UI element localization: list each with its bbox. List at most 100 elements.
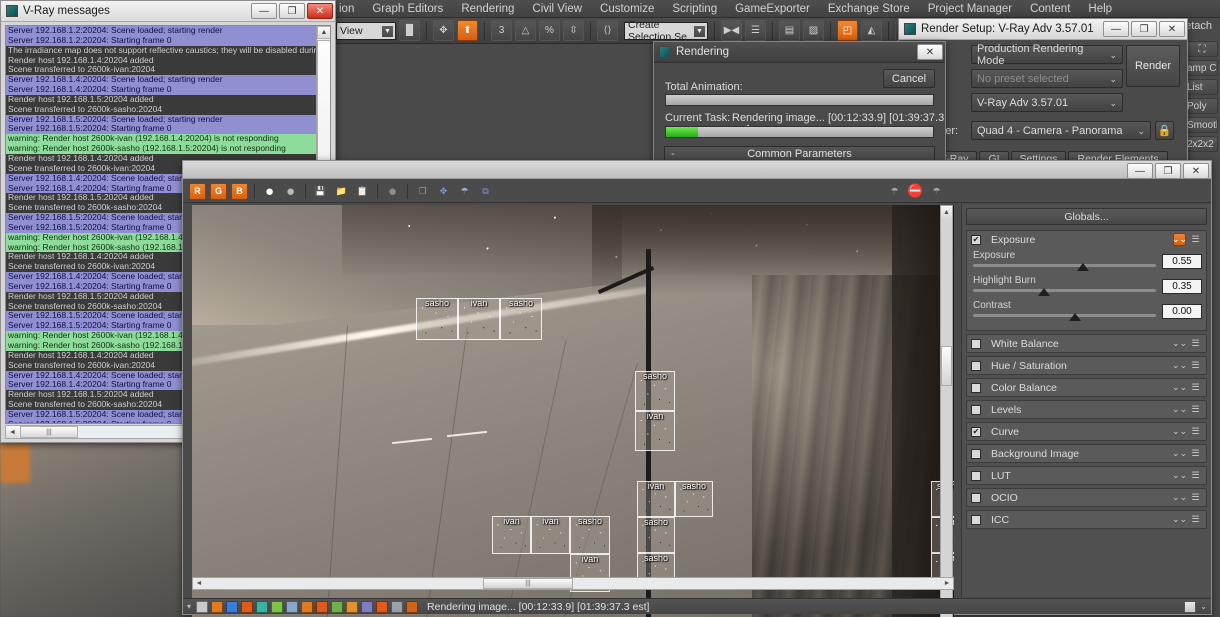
group-header[interactable]: Background Image ⌄⌄ ☰ xyxy=(967,445,1206,462)
scroll-up-arrow-icon[interactable]: ▲ xyxy=(317,26,330,39)
snap-toggle-icon[interactable]: ⬆ xyxy=(457,20,478,41)
group-checkbox[interactable] xyxy=(971,404,981,415)
chevron-down-icon[interactable]: ⌄ xyxy=(1109,98,1117,109)
menu-icon[interactable]: ☰ xyxy=(1189,359,1202,372)
slider-thumb[interactable] xyxy=(1069,313,1081,321)
render-button[interactable]: Render xyxy=(1126,45,1180,87)
collapse-icon[interactable]: ⌄⌄ xyxy=(1172,513,1187,526)
exposure-group-header[interactable]: ✔ Exposure ⌄⌄ ☰ xyxy=(967,231,1206,248)
log-line[interactable]: Scene transferred to 2600k-ivan:20204 xyxy=(6,65,316,76)
vfb-render-image[interactable]: sasho ivan sasho sasho ivan ivan ivan sasho ivan… xyxy=(192,205,954,617)
menu-item-graph-editors[interactable]: Graph Editors xyxy=(363,0,452,18)
load-image-button[interactable]: 📁 xyxy=(333,183,350,200)
vfb-color-corrections-panel[interactable]: Globals... ✔ Exposure ⌄⌄ ☰ Exposure 0.55 H… xyxy=(961,204,1211,597)
scroll-up-arrow-icon[interactable]: ▲ xyxy=(941,206,952,218)
view-coordinate-combo[interactable]: View ▼ xyxy=(336,21,396,40)
hscrollbar-thumb[interactable]: ||| xyxy=(20,426,78,438)
render-teapot-icon[interactable]: ☂ xyxy=(886,183,903,200)
rgb-icon[interactable] xyxy=(226,600,239,613)
collapse-icon[interactable]: ⌄⌄ xyxy=(1172,359,1187,372)
ocio-icon[interactable] xyxy=(361,600,374,613)
menu-icon[interactable]: ☰ xyxy=(1189,447,1202,460)
group-header[interactable]: Color Balance ⌄⌄ ☰ xyxy=(967,379,1206,396)
log-line[interactable]: Render host 192.168.1.5:20204 added xyxy=(6,94,316,105)
group-header[interactable]: OCIO ⌄⌄ ☰ xyxy=(967,489,1206,506)
log-line[interactable]: Server 192.168.1.4:20204: Starting frame… xyxy=(6,85,316,95)
window-controls[interactable]: — ❐ ✕ xyxy=(1127,163,1209,179)
vscrollbar-thumb[interactable] xyxy=(941,346,952,386)
collapse-icon[interactable]: ⌄⌄ xyxy=(1172,381,1187,394)
group-checkbox[interactable] xyxy=(971,382,981,393)
chevron-down-icon[interactable]: ▼ xyxy=(694,25,705,37)
group-header[interactable]: Levels ⌄⌄ ☰ xyxy=(967,401,1206,418)
menu-icon[interactable]: ☰ xyxy=(1189,381,1202,394)
exposure-sliders[interactable]: Exposure 0.55 Highlight Burn 0.35 Contrast 0.… xyxy=(967,248,1206,330)
slider-thumb[interactable] xyxy=(1076,263,1089,271)
curve-editor-icon[interactable]: ◰ xyxy=(837,20,858,41)
stereo-icon[interactable] xyxy=(376,600,389,613)
log-line[interactable]: warning: Render host 2600k-sasho (192.16… xyxy=(6,144,316,154)
group-checkbox[interactable] xyxy=(971,470,981,481)
group-header[interactable]: Hue / Saturation ⌄⌄ ☰ xyxy=(967,357,1206,374)
align-tool-icon[interactable]: ☰ xyxy=(745,20,766,41)
menu-icon[interactable]: ☰ xyxy=(1189,491,1202,504)
percent-snap-icon[interactable]: % xyxy=(539,20,560,41)
group-checkbox[interactable] xyxy=(971,360,981,371)
group-header[interactable]: ICC ⌄⌄ ☰ xyxy=(967,511,1206,528)
cmd-row-label-3[interactable]: Smooth xyxy=(1183,117,1218,133)
render-last-button[interactable]: ☂ xyxy=(456,183,473,200)
menu-item-rendering[interactable]: Rendering xyxy=(452,0,523,18)
globals-button[interactable]: Globals... xyxy=(966,208,1207,225)
group-white-balance[interactable]: White Balance ⌄⌄ ☰ xyxy=(966,334,1207,353)
cancel-button[interactable]: Cancel xyxy=(883,69,935,88)
exposure-group[interactable]: ✔ Exposure ⌄⌄ ☰ Exposure 0.55 Highlight Bu… xyxy=(966,230,1207,331)
log-line[interactable]: The irradiance map does not support refl… xyxy=(6,45,316,56)
group-checkbox[interactable] xyxy=(971,492,981,503)
align-icon[interactable]: ✥ xyxy=(433,20,454,41)
lut-icon[interactable] xyxy=(346,600,359,613)
vray-messages-title-bar[interactable]: V-Ray messages — ❐ ✕ xyxy=(1,1,335,22)
preset-combo[interactable]: No preset selected ⌄ xyxy=(971,69,1123,88)
group-icc[interactable]: ICC ⌄⌄ ☰ xyxy=(966,510,1207,529)
menu-icon[interactable]: ☰ xyxy=(1189,513,1202,526)
close-button[interactable]: ✕ xyxy=(917,44,943,60)
menu-icon[interactable]: ☰ xyxy=(1189,233,1202,246)
group-checkbox[interactable] xyxy=(971,338,981,349)
cmd-row-label-2[interactable]: Poly xyxy=(1183,98,1218,114)
window-controls[interactable]: — ❐ ✕ xyxy=(1103,21,1185,37)
group-hue-saturation[interactable]: Hue / Saturation ⌄⌄ ☰ xyxy=(966,356,1207,375)
exposure-checkbox[interactable]: ✔ xyxy=(971,234,981,245)
layers-icon[interactable] xyxy=(196,600,209,613)
chevron-down-icon[interactable]: ⌄ xyxy=(1109,50,1117,61)
log-line[interactable]: Server 192.168.1.2:20204: Scene loaded; … xyxy=(6,26,316,36)
vfb-toolbar[interactable]: R G B ● ● 💾 📁 📋 ● ❐ ✥ ☂ ⧉ ☂ ⛔ ☂ xyxy=(183,180,1211,203)
background-icon[interactable] xyxy=(316,600,329,613)
vfb-title-bar[interactable]: — ❐ ✕ xyxy=(183,161,1211,179)
collapse-icon[interactable]: ⌄⌄ xyxy=(1172,491,1187,504)
window-controls[interactable]: — ❐ ✕ xyxy=(251,3,333,19)
maximize-button[interactable]: ❐ xyxy=(279,3,305,19)
info-icon[interactable] xyxy=(211,600,224,613)
menu-icon[interactable]: ☰ xyxy=(1189,403,1202,416)
rendering-progress-dialog[interactable]: Rendering ✕ Cancel Total Animation: Curr… xyxy=(653,41,946,166)
save-image-button[interactable]: 💾 xyxy=(312,183,329,200)
statusbar-right-controls[interactable]: ⌄ xyxy=(1184,600,1207,613)
maximize-button[interactable]: ❐ xyxy=(1131,21,1157,37)
rendering-dialog-title-bar[interactable]: Rendering ✕ xyxy=(654,42,945,63)
group-checkbox[interactable] xyxy=(971,514,981,525)
srgb-icon[interactable] xyxy=(286,600,299,613)
window-controls[interactable]: ✕ xyxy=(917,44,943,60)
vray-frame-buffer-window[interactable]: — ❐ ✕ R G B ● ● 💾 📁 📋 ● ❐ ✥ ☂ ⧉ ☂ ⛔ ☂ sa… xyxy=(182,160,1212,617)
log-line[interactable]: warning: Render host 2600k-ivan (192.168… xyxy=(6,134,316,145)
chevron-down-icon[interactable]: ⌄ xyxy=(1109,74,1117,85)
pixel-aspect-icon[interactable] xyxy=(241,600,254,613)
spinner-snap-icon[interactable]: ⇳ xyxy=(563,20,584,41)
region-icon[interactable] xyxy=(406,600,419,613)
collapse-icon[interactable]: ⌄⌄ xyxy=(1172,233,1187,246)
snap-3-icon[interactable]: 3 xyxy=(491,20,512,41)
vfb-horizontal-scrollbar[interactable]: ◄ ||| ► xyxy=(192,577,954,590)
named-selection-icon[interactable]: ▐▌ xyxy=(399,20,420,41)
render-teapot-icon-2[interactable]: ☂ xyxy=(928,183,945,200)
cmd-row-label-0[interactable]: amp Can xyxy=(1183,60,1218,76)
slider-track[interactable] xyxy=(973,264,1156,267)
